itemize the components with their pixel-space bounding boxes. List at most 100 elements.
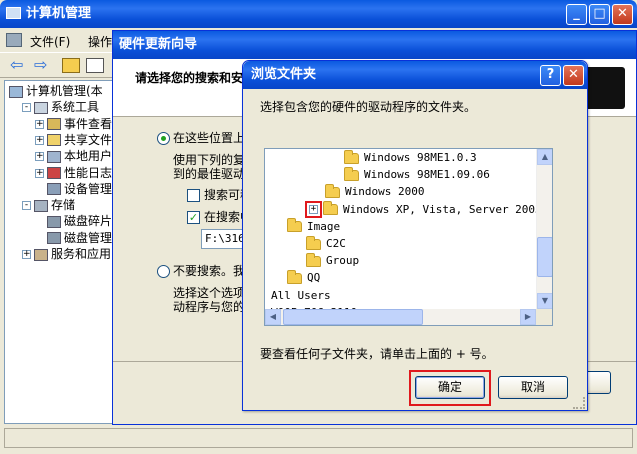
folder-icon (287, 218, 302, 233)
console-tree-item[interactable]: 磁盘管理 (35, 230, 112, 247)
resize-grip-icon[interactable] (573, 397, 585, 409)
ok-button-label: 确定 (437, 380, 462, 394)
folder-icon (344, 149, 359, 164)
cancel-button[interactable]: 取消 (498, 376, 568, 399)
browse-folder-dialog: 浏览文件夹 ? ✕ 选择包含您的硬件的驱动程序的文件夹。 Windows 98M… (242, 60, 588, 411)
tree-node-icon (34, 248, 48, 261)
horizontal-scrollbar[interactable]: ◀ ▶ (265, 309, 536, 325)
folder-tree-item[interactable]: Windows 2000 (325, 183, 424, 200)
help-button[interactable]: ? (540, 65, 561, 86)
menu-file[interactable]: 文件(F) (30, 33, 70, 50)
tree-node-icon (47, 215, 61, 228)
collapse-icon[interactable]: - (22, 103, 31, 113)
folder-label: Windows 98ME1.0.3 (364, 151, 477, 164)
up-folder-icon[interactable] (62, 58, 80, 73)
ok-button[interactable]: 确定 (415, 376, 485, 399)
nosearch-radio-label: 不要搜索。我 (173, 264, 246, 278)
console-tree-label: 性能日志 (64, 165, 113, 180)
wizard-option-search[interactable]: 在这些位置上 (157, 129, 245, 146)
browse-title-bar[interactable]: 浏览文件夹 (243, 61, 587, 89)
console-tree-item[interactable]: - 存储 (22, 197, 75, 214)
console-tree-label: 存储 (51, 198, 76, 213)
hscroll-thumb[interactable] (283, 309, 423, 325)
console-tree-item[interactable]: + 事件查看 (35, 116, 112, 133)
folder-tree-item[interactable]: All Users (271, 287, 331, 304)
expand-icon[interactable]: + (35, 135, 44, 145)
browse-close-button[interactable]: ✕ (563, 65, 584, 86)
main-title-bar[interactable]: 计算机管理 (0, 0, 637, 28)
tree-node-icon (47, 183, 61, 196)
scroll-left-arrow-icon[interactable]: ◀ (265, 309, 281, 325)
expand-icon[interactable]: + (305, 201, 322, 219)
console-tree-item[interactable]: + 本地用户 (35, 148, 112, 165)
folder-tree-item[interactable]: + Windows XP, Vista, Server 2003, Serve (305, 201, 537, 219)
folder-label: Windows XP, Vista, Server 2003, Serve (343, 202, 537, 216)
wizard-title-bar[interactable]: 硬件更新向导 (113, 31, 636, 59)
minimize-button[interactable]: _ (566, 4, 587, 25)
scroll-up-arrow-icon[interactable]: ▲ (537, 149, 552, 165)
tree-node-icon (47, 118, 61, 131)
folder-label: Group (326, 254, 360, 268)
back-arrow-icon[interactable]: ⇦ (10, 55, 23, 74)
cancel-button-label: 取消 (520, 380, 545, 394)
console-tree-label: 磁盘碎片 (64, 214, 113, 229)
close-button[interactable]: ✕ (612, 4, 633, 25)
browse-instruction: 选择包含您的硬件的驱动程序的文件夹。 (260, 100, 477, 114)
folder-tree-item[interactable]: Windows 98ME1.09.06 (344, 166, 490, 183)
console-tree-label: 计算机管理(本 (26, 84, 103, 98)
console-tree-label: 本地用户 (64, 149, 113, 164)
console-tree-item[interactable]: 计算机管理(本 (9, 83, 103, 100)
folder-icon (306, 235, 321, 250)
tree-node-icon (47, 150, 61, 163)
folder-label: Windows 2000 (345, 185, 425, 199)
expand-icon[interactable]: + (35, 152, 44, 162)
search-radio[interactable] (157, 132, 170, 145)
console-tree-item[interactable]: 设备管理 (35, 181, 112, 198)
folder-tree-item[interactable]: Group (306, 252, 359, 269)
folder-tree-rows: Windows 98ME1.0.3 Windows 98ME1.09.06 Wind… (265, 149, 537, 309)
console-tree: 计算机管理(本 - 系统工具 + 事件查看 + 共享文件 + 本地用户 + 性能日志 设备管理 - 存储磁… (4, 80, 112, 424)
collapse-icon[interactable]: - (22, 201, 31, 211)
tree-node-icon (34, 101, 48, 114)
folder-tree-item[interactable]: QQ (287, 269, 320, 286)
folder-tree-item[interactable]: Windows 98ME1.0.3 (344, 149, 477, 166)
console-tree-label: 设备管理 (64, 181, 113, 196)
folder-icon (344, 166, 359, 181)
browse-title: 浏览文件夹 (251, 67, 317, 82)
expand-icon[interactable]: + (35, 168, 44, 178)
menu-app-icon (6, 33, 22, 47)
expand-icon[interactable]: + (35, 119, 44, 129)
console-tree-item[interactable]: + 服务和应用 (22, 246, 111, 263)
scroll-thumb[interactable] (537, 237, 552, 277)
scroll-down-arrow-icon[interactable]: ▼ (537, 293, 552, 309)
folder-tree[interactable]: Windows 98ME1.0.3 Windows 98ME1.09.06 Wind… (264, 148, 553, 326)
console-tree-label: 服务和应用 (51, 247, 112, 261)
scroll-right-arrow-icon[interactable]: ▶ (520, 309, 536, 325)
folder-tree-item[interactable]: Image (287, 218, 340, 235)
vertical-scrollbar[interactable]: ▲ ▼ (536, 149, 552, 309)
show-tree-icon[interactable] (86, 58, 104, 73)
console-tree-item[interactable]: - 系统工具 (22, 99, 99, 116)
console-tree-item[interactable]: + 共享文件 (35, 132, 112, 149)
wizard-option-nosearch[interactable]: 不要搜索。我 (157, 262, 245, 279)
menu-action[interactable]: 操作 (88, 33, 112, 50)
tree-node-icon (47, 134, 61, 147)
nosearch-radio[interactable] (157, 265, 170, 278)
folder-icon (287, 269, 302, 284)
folder-icon (323, 201, 338, 216)
include-checkbox[interactable]: ✓ (187, 211, 200, 224)
folder-icon (306, 252, 321, 267)
console-tree-label: 共享文件 (64, 132, 113, 147)
folder-tree-item[interactable]: C2C (306, 235, 346, 252)
console-tree-label: 事件查看 (64, 116, 113, 131)
option2-desc-2: 动程序与您的 (173, 300, 246, 314)
wizard-heading: 请选择您的搜索和安 (135, 71, 244, 85)
expand-icon[interactable]: + (22, 250, 31, 259)
forward-arrow-icon[interactable]: ⇨ (34, 55, 47, 74)
maximize-button[interactable]: □ (589, 4, 610, 25)
console-tree-item[interactable]: 磁盘碎片 (35, 213, 112, 230)
folder-label: Windows 98ME1.09.06 (364, 168, 490, 182)
removable-checkbox[interactable] (187, 189, 200, 202)
folder-label: Image (307, 219, 341, 233)
console-tree-item[interactable]: + 性能日志 (35, 165, 112, 182)
